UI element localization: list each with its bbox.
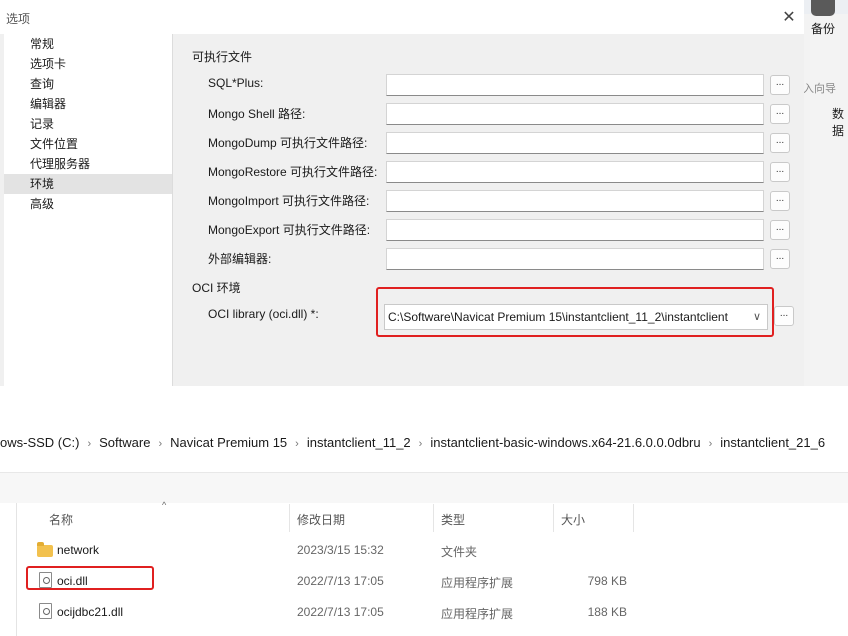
backup-label: 备份 bbox=[810, 22, 835, 36]
column-header-size[interactable]: 大小 bbox=[561, 511, 585, 528]
nav-item-advanced[interactable]: 高级 bbox=[4, 194, 172, 214]
nav-item-tabs[interactable]: 选项卡 bbox=[4, 54, 172, 74]
sqlplus-label: SQL*Plus: bbox=[208, 76, 264, 90]
breadcrumb-instantclient-21-6[interactable]: instantclient_21_6 bbox=[720, 428, 825, 458]
column-header-name[interactable]: 名称 bbox=[49, 511, 73, 528]
mongorestore-path-input[interactable] bbox=[386, 161, 764, 183]
highlight-oci-dll-box bbox=[26, 566, 154, 590]
sort-ascending-icon: ^ bbox=[162, 500, 167, 510]
nav-item-file-location[interactable]: 文件位置 bbox=[4, 134, 172, 154]
data-label: 数据 bbox=[832, 107, 845, 138]
mongodump-label: MongoDump 可执行文件路径: bbox=[208, 136, 368, 150]
section-title-executables: 可执行文件 bbox=[192, 50, 253, 64]
nav-item-editor[interactable]: 编辑器 bbox=[4, 94, 172, 114]
environment-panel: 可执行文件 SQL*Plus: ... Mongo Shell 路径: ... … bbox=[174, 34, 804, 386]
file-type: 应用程序扩展 bbox=[441, 607, 514, 621]
column-header-modified[interactable]: 修改日期 bbox=[297, 511, 345, 528]
import-wizard-label[interactable]: 入向导 bbox=[803, 80, 836, 96]
mongoexport-browse-button[interactable]: ... bbox=[770, 220, 790, 240]
external-editor-path-input[interactable] bbox=[386, 248, 764, 270]
breadcrumb-software[interactable]: Software bbox=[99, 428, 150, 458]
nav-item-query[interactable]: 查询 bbox=[4, 74, 172, 94]
nav-item-environment[interactable]: 环境 bbox=[4, 174, 172, 194]
chevron-right-icon[interactable]: › bbox=[87, 429, 91, 458]
sqlplus-path-input[interactable] bbox=[386, 74, 764, 96]
mongoimport-path-input[interactable] bbox=[386, 190, 764, 212]
oci-library-label: OCI library (oci.dll) *: bbox=[208, 307, 319, 321]
mongorestore-label: MongoRestore 可执行文件路径: bbox=[208, 165, 378, 179]
highlight-oci-box bbox=[376, 287, 774, 337]
column-header-type[interactable]: 类型 bbox=[441, 511, 465, 528]
file-modified: 2022/7/13 17:05 bbox=[297, 574, 384, 588]
close-icon[interactable]: ✕ bbox=[778, 8, 800, 30]
file-type: 文件夹 bbox=[441, 545, 478, 559]
backup-button[interactable]: 备份 bbox=[806, 0, 840, 40]
chevron-right-icon[interactable]: › bbox=[419, 429, 423, 458]
column-divider[interactable] bbox=[553, 504, 554, 532]
oci-library-browse-button[interactable]: ... bbox=[774, 306, 794, 326]
file-name-ocijdbc21-dll[interactable]: ocijdbc21.dll bbox=[57, 605, 123, 619]
folder-icon bbox=[37, 542, 53, 557]
options-nav: 常规 选项卡 查询 编辑器 记录 文件位置 代理服务器 环境 高级 bbox=[4, 34, 173, 386]
sqlplus-browse-button[interactable]: ... bbox=[770, 75, 790, 95]
dll-file-icon bbox=[39, 603, 52, 619]
breadcrumb: ows-SSD (C:) › Software › Navicat Premium 15… bbox=[0, 428, 848, 458]
breadcrumb-instantclient-basic[interactable]: instantclient-basic-windows.x64-21.6.0.0… bbox=[430, 428, 700, 458]
mongo-shell-label: Mongo Shell 路径: bbox=[208, 107, 306, 121]
nav-item-proxy[interactable]: 代理服务器 bbox=[4, 154, 172, 174]
chevron-right-icon[interactable]: › bbox=[158, 429, 162, 458]
mongo-shell-browse-button[interactable]: ... bbox=[770, 104, 790, 124]
chevron-right-icon[interactable]: › bbox=[295, 429, 299, 458]
file-modified: 2022/7/13 17:05 bbox=[297, 605, 384, 619]
file-explorer-window: ows-SSD (C:) › Software › Navicat Premium 15… bbox=[0, 386, 848, 636]
backup-icon bbox=[811, 0, 835, 16]
file-modified: 2023/3/15 15:32 bbox=[297, 543, 384, 557]
mongorestore-browse-button[interactable]: ... bbox=[770, 162, 790, 182]
file-size: 798 KB bbox=[587, 574, 627, 588]
file-type: 应用程序扩展 bbox=[441, 576, 514, 590]
dialog-title: 选项 bbox=[6, 12, 31, 26]
mongodump-path-input[interactable] bbox=[386, 132, 764, 154]
mongoimport-browse-button[interactable]: ... bbox=[770, 191, 790, 211]
external-editor-label: 外部编辑器: bbox=[208, 252, 272, 266]
breadcrumb-instantclient-11-2[interactable]: instantclient_11_2 bbox=[307, 428, 411, 458]
mongodump-browse-button[interactable]: ... bbox=[770, 133, 790, 153]
section-title-oci: OCI 环境 bbox=[192, 281, 241, 295]
explorer-command-bar bbox=[0, 473, 848, 503]
file-size: 188 KB bbox=[587, 605, 627, 619]
column-divider[interactable] bbox=[633, 504, 634, 532]
column-divider[interactable] bbox=[433, 504, 434, 532]
mongoimport-label: MongoImport 可执行文件路径: bbox=[208, 194, 370, 208]
breadcrumb-navicat[interactable]: Navicat Premium 15 bbox=[170, 428, 287, 458]
mongoexport-label: MongoExport 可执行文件路径: bbox=[208, 223, 371, 237]
column-divider[interactable] bbox=[289, 504, 290, 532]
nav-item-general[interactable]: 常规 bbox=[4, 34, 172, 54]
mongoexport-path-input[interactable] bbox=[386, 219, 764, 241]
file-name-network[interactable]: network bbox=[57, 543, 99, 557]
chevron-right-icon[interactable]: › bbox=[709, 429, 713, 458]
options-dialog: 选项 ✕ 常规 选项卡 查询 编辑器 记录 文件位置 代理服务器 环境 高级 可… bbox=[0, 0, 804, 386]
breadcrumb-drive[interactable]: ows-SSD (C:) bbox=[0, 428, 79, 458]
nav-item-records[interactable]: 记录 bbox=[4, 114, 172, 134]
mongo-shell-path-input[interactable] bbox=[386, 103, 764, 125]
external-editor-browse-button[interactable]: ... bbox=[770, 249, 790, 269]
dialog-titlebar: 选项 ✕ bbox=[0, 0, 804, 34]
